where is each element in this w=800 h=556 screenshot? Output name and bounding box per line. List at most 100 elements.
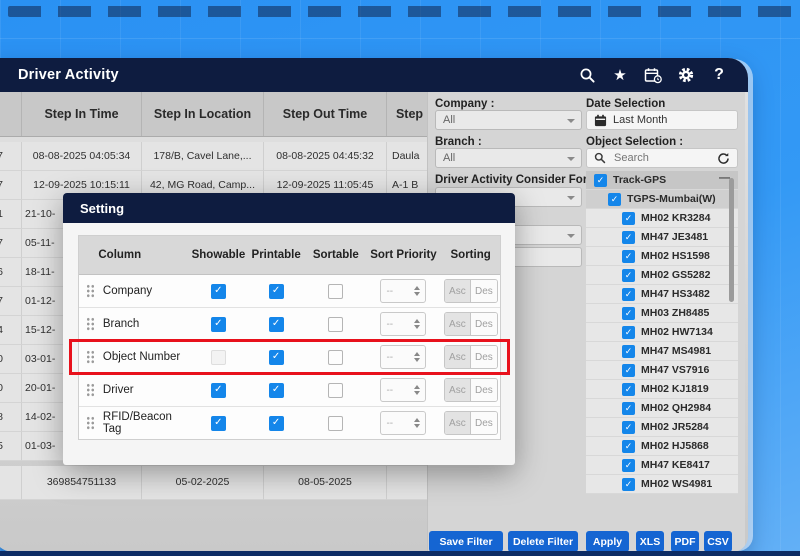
cell-rfid: 369854751133 (22, 466, 142, 500)
asc-button[interactable]: Asc (445, 346, 472, 368)
checkbox[interactable] (622, 459, 635, 472)
checkbox[interactable] (622, 307, 635, 320)
search-icon[interactable] (578, 66, 596, 84)
printable-checkbox[interactable] (269, 383, 284, 398)
object-item[interactable]: MH02 HW7134 (586, 323, 738, 342)
checkbox[interactable] (622, 478, 635, 491)
object-item[interactable]: MH47 JE3481 (586, 228, 738, 247)
save-filter-button[interactable]: Save Filter (429, 531, 503, 552)
sortable-checkbox[interactable] (328, 317, 343, 332)
printable-checkbox[interactable] (269, 317, 284, 332)
checkbox[interactable] (622, 402, 635, 415)
checkbox[interactable] (622, 231, 635, 244)
csv-export-button[interactable]: CSV (704, 531, 732, 552)
apply-button[interactable]: Apply (586, 531, 629, 552)
checkbox[interactable] (622, 250, 635, 263)
checkbox[interactable] (622, 269, 635, 282)
checkbox[interactable] (622, 421, 635, 434)
column-header-step-out-location[interactable]: Step (387, 92, 427, 136)
object-item[interactable]: MH47 MS4981 (586, 342, 738, 361)
sort-priority-select[interactable]: -- (380, 279, 426, 303)
company-select[interactable]: All (435, 110, 582, 130)
table-row[interactable]: 369854751133 05-02-2025 08-05-2025 (0, 466, 427, 500)
object-search-box[interactable] (586, 148, 738, 168)
des-button[interactable]: Des (471, 313, 497, 335)
scrollbar-thumb[interactable] (729, 178, 734, 302)
object-search-input[interactable] (612, 151, 711, 165)
printable-checkbox[interactable] (269, 416, 284, 431)
header-sorting: Sorting (441, 249, 500, 261)
object-item[interactable]: MH02 JR5284 (586, 418, 738, 437)
xls-export-button[interactable]: XLS (636, 531, 664, 552)
branch-select[interactable]: All (435, 148, 582, 168)
object-item[interactable]: MH47 VS7916 (586, 361, 738, 380)
showable-checkbox[interactable] (211, 350, 226, 365)
sortable-checkbox[interactable] (328, 284, 343, 299)
showable-checkbox[interactable] (211, 284, 226, 299)
date-range-value: Last Month (613, 114, 667, 126)
drag-handle-icon[interactable] (86, 284, 95, 298)
asc-button[interactable]: Asc (445, 280, 472, 302)
tree-node-root[interactable]: Track-GPS — (586, 171, 738, 190)
table-row[interactable]: 7 08-08-2025 04:05:34 178/B, Cavel Lane,… (0, 142, 427, 171)
checkbox[interactable] (622, 212, 635, 225)
sort-priority-select[interactable]: -- (380, 378, 426, 402)
des-button[interactable]: Des (471, 379, 497, 401)
object-item[interactable]: MH03 ZH8485 (586, 304, 738, 323)
des-button[interactable]: Des (471, 280, 497, 302)
checkbox[interactable] (622, 364, 635, 377)
asc-button[interactable]: Asc (445, 313, 472, 335)
header-printable: Printable (246, 249, 306, 261)
column-header-step-in-time[interactable]: Step In Time (22, 92, 142, 136)
date-range-picker[interactable]: Last Month (586, 110, 738, 130)
bottom-edge-bar (0, 551, 800, 556)
object-item[interactable]: MH02 QH2984 (586, 399, 738, 418)
asc-button[interactable]: Asc (445, 379, 472, 401)
sort-priority-select[interactable]: -- (380, 345, 426, 369)
gear-icon[interactable] (677, 66, 695, 84)
checkbox[interactable] (622, 288, 635, 301)
refresh-icon[interactable] (717, 152, 730, 165)
drag-handle-icon[interactable] (86, 416, 95, 430)
sortable-checkbox[interactable] (328, 383, 343, 398)
sort-priority-select[interactable]: -- (380, 312, 426, 336)
object-item[interactable]: MH02 HS1598 (586, 247, 738, 266)
des-button[interactable]: Des (471, 346, 497, 368)
showable-checkbox[interactable] (211, 416, 226, 431)
column-header-step-out-time[interactable]: Step Out Time (264, 92, 387, 136)
checkbox[interactable] (622, 440, 635, 453)
sortable-checkbox[interactable] (328, 350, 343, 365)
showable-checkbox[interactable] (211, 317, 226, 332)
object-item[interactable]: MH02 HJ5868 (586, 437, 738, 456)
checkbox[interactable] (594, 174, 607, 187)
sortable-checkbox[interactable] (328, 416, 343, 431)
object-item[interactable]: MH02 GS5282 (586, 266, 738, 285)
drag-handle-icon[interactable] (86, 350, 95, 364)
object-item[interactable]: MH02 KJ1819 (586, 380, 738, 399)
des-button[interactable]: Des (471, 412, 497, 434)
checkbox[interactable] (622, 345, 635, 358)
pdf-export-button[interactable]: PDF (671, 531, 699, 552)
checkbox[interactable] (622, 326, 635, 339)
object-item[interactable]: MH02 WS4981 (586, 475, 738, 494)
object-item[interactable]: MH02 KR3284 (586, 209, 738, 228)
showable-checkbox[interactable] (211, 383, 226, 398)
printable-checkbox[interactable] (269, 284, 284, 299)
checkbox[interactable] (608, 193, 621, 206)
sort-priority-select[interactable]: -- (380, 411, 426, 435)
setting-modal: Setting Column Showable Printable Sortab… (63, 193, 515, 465)
drag-handle-icon[interactable] (86, 383, 95, 397)
drag-handle-icon[interactable] (86, 317, 95, 331)
object-item[interactable]: MH47 HS3482 (586, 285, 738, 304)
column-header-step-in-location[interactable]: Step In Location (142, 92, 264, 136)
calendar-schedule-icon[interactable] (644, 66, 662, 84)
printable-checkbox[interactable] (269, 350, 284, 365)
asc-button[interactable]: Asc (445, 412, 472, 434)
object-item[interactable]: MH47 KE8417 (586, 456, 738, 475)
help-icon[interactable]: ? (710, 66, 728, 84)
tree-node-group[interactable]: TGPS-Mumbai(W) (586, 190, 738, 209)
cell-date-2: 08-05-2025 (264, 466, 387, 500)
favorite-star-icon[interactable]: ★ (611, 66, 629, 84)
delete-filter-button[interactable]: Delete Filter (508, 531, 578, 552)
checkbox[interactable] (622, 383, 635, 396)
